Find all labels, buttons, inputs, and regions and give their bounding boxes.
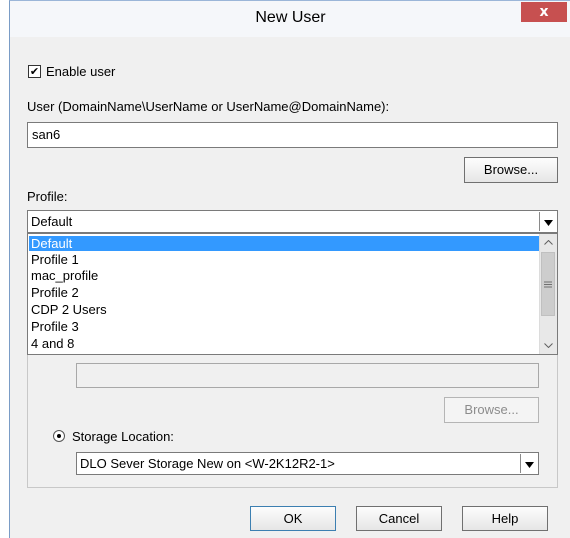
profile-label: Profile: xyxy=(27,189,68,204)
help-button[interactable]: Help xyxy=(462,506,548,531)
storage-location-label: Storage Location: xyxy=(72,429,174,444)
storage-location-dropdown[interactable]: DLO Sever Storage New on <W-2K12R2-1> xyxy=(76,452,539,475)
profile-option-4-and-8[interactable]: 4 and 8 xyxy=(29,336,74,351)
close-icon: x xyxy=(539,4,549,20)
enable-user-label: Enable user xyxy=(46,64,116,79)
grip-icon xyxy=(544,281,552,288)
profile-dropdown-value: Default xyxy=(31,214,73,229)
profile-option-profile-3[interactable]: Profile 3 xyxy=(29,319,79,334)
profile-dropdown[interactable]: Default xyxy=(27,210,558,233)
browse-path-button-disabled: Browse... xyxy=(444,397,539,423)
scrollbar-thumb[interactable] xyxy=(541,252,555,316)
path-input-disabled xyxy=(76,363,539,388)
new-user-dialog: New User x ✔ Enable user User (DomainNam… xyxy=(9,0,570,538)
radio-selected-dot xyxy=(57,434,61,438)
user-input[interactable]: san6 xyxy=(27,122,558,148)
dialog-title: New User xyxy=(255,9,326,26)
chevron-down-icon[interactable] xyxy=(539,212,556,231)
user-field-label: User (DomainName\UserName or UserName@Do… xyxy=(27,99,390,114)
storage-location-value: DLO Sever Storage New on <W-2K12R2-1> xyxy=(80,456,335,471)
profile-option-mac-profile[interactable]: mac_profile xyxy=(29,268,98,283)
check-icon: ✔ xyxy=(29,65,40,78)
storage-location-radio[interactable] xyxy=(53,430,65,442)
title-bar[interactable]: New User x xyxy=(10,1,570,37)
profile-listbox[interactable]: Default Profile 1 mac_profile Profile 2 … xyxy=(27,233,558,355)
profile-option-profile-1[interactable]: Profile 1 xyxy=(29,252,79,267)
user-input-value: san6 xyxy=(32,127,61,142)
close-button[interactable]: x xyxy=(521,2,567,22)
profile-list-scrollbar[interactable] xyxy=(539,234,557,354)
profile-option-cdp-2-users[interactable]: CDP 2 Users xyxy=(29,302,107,317)
ok-button[interactable]: OK xyxy=(250,506,336,531)
browse-user-button[interactable]: Browse... xyxy=(464,157,558,183)
enable-user-checkbox[interactable]: ✔ xyxy=(28,65,41,78)
profile-option-default[interactable]: Default xyxy=(29,236,539,251)
chevron-down-icon[interactable] xyxy=(520,454,537,473)
profile-option-profile-2[interactable]: Profile 2 xyxy=(29,285,79,300)
cancel-button[interactable]: Cancel xyxy=(356,506,442,531)
chevron-down-icon[interactable] xyxy=(540,337,557,354)
chevron-up-icon[interactable] xyxy=(540,234,557,251)
